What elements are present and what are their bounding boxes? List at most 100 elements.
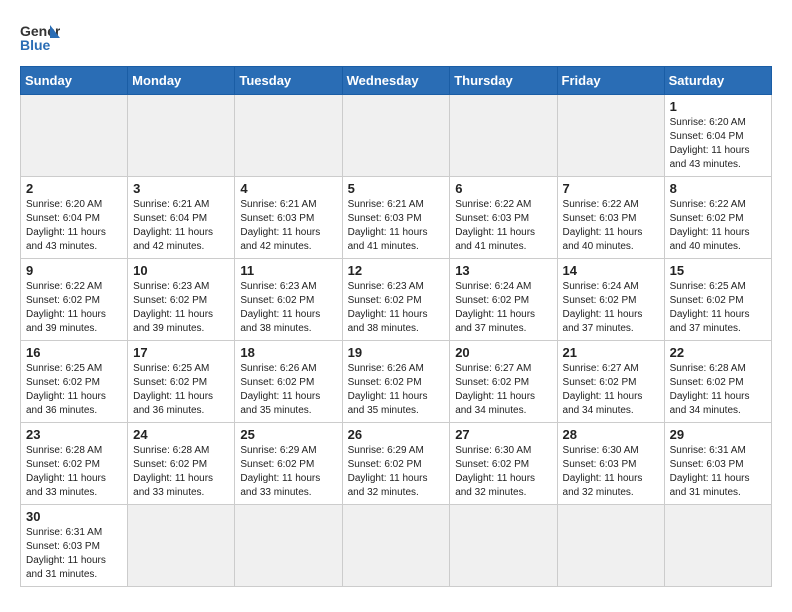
day-number: 6 [455,181,551,196]
day-cell: 19Sunrise: 6:26 AM Sunset: 6:02 PM Dayli… [342,341,450,423]
day-cell: 29Sunrise: 6:31 AM Sunset: 6:03 PM Dayli… [664,423,771,505]
day-number: 28 [563,427,659,442]
day-cell: 18 Sunrise: 6:26 AM Sunset: 6:02 PM Dayli… [235,341,342,423]
day-number: 24 [133,427,229,442]
day-cell [21,95,128,177]
column-header-friday: Friday [557,67,664,95]
day-number: 20 [455,345,551,360]
day-info: Sunrise: 6:22 AM Sunset: 6:03 PM Dayligh… [563,198,659,254]
day-info: Sunrise: 6:27 AM Sunset: 6:02 PM Dayligh… [563,362,659,418]
day-number: 9 [26,263,122,278]
day-number: 18 [240,345,336,360]
day-number: 23 [26,427,122,442]
day-cell: 25 Sunrise: 6:29 AM Sunset: 6:02 PM Dayli… [235,423,342,505]
day-number: 1 [670,99,766,114]
day-info: Sunrise: 6:31 AM Sunset: 6:03 PM Dayligh… [26,526,122,582]
day-cell: 12Sunrise: 6:23 AM Sunset: 6:02 PM Dayli… [342,259,450,341]
week-row-6: 30 Sunrise: 6:31 AM Sunset: 6:03 PM Dayli… [21,505,772,587]
day-cell: 14Sunrise: 6:24 AM Sunset: 6:02 PM Dayli… [557,259,664,341]
day-cell: 23 Sunrise: 6:28 AM Sunset: 6:02 PM Dayli… [21,423,128,505]
day-number: 25 [240,427,336,442]
day-cell: 9 Sunrise: 6:22 AM Sunset: 6:02 PM Daylig… [21,259,128,341]
day-cell [450,505,557,587]
day-info: Sunrise: 6:31 AM Sunset: 6:03 PM Dayligh… [670,444,766,500]
day-number: 15 [670,263,766,278]
day-number: 2 [26,181,122,196]
svg-text:Blue: Blue [20,37,51,53]
day-number: 21 [563,345,659,360]
day-info: Sunrise: 6:23 AM Sunset: 6:02 PM Dayligh… [348,280,445,336]
day-info: Sunrise: 6:29 AM Sunset: 6:02 PM Dayligh… [240,444,336,500]
day-number: 11 [240,263,336,278]
day-cell [664,505,771,587]
day-number: 4 [240,181,336,196]
day-info: Sunrise: 6:28 AM Sunset: 6:02 PM Dayligh… [670,362,766,418]
day-cell: 22 Sunrise: 6:28 AM Sunset: 6:02 PM Dayli… [664,341,771,423]
day-cell [450,95,557,177]
day-number: 7 [563,181,659,196]
day-info: Sunrise: 6:21 AM Sunset: 6:04 PM Dayligh… [133,198,229,254]
day-info: Sunrise: 6:30 AM Sunset: 6:02 PM Dayligh… [455,444,551,500]
day-info: Sunrise: 6:30 AM Sunset: 6:03 PM Dayligh… [563,444,659,500]
day-info: Sunrise: 6:20 AM Sunset: 6:04 PM Dayligh… [26,198,122,254]
calendar-table: SundayMondayTuesdayWednesdayThursdayFrid… [20,66,772,587]
day-info: Sunrise: 6:21 AM Sunset: 6:03 PM Dayligh… [240,198,336,254]
calendar-header-row: SundayMondayTuesdayWednesdayThursdayFrid… [21,67,772,95]
day-cell: 21 Sunrise: 6:27 AM Sunset: 6:02 PM Dayli… [557,341,664,423]
week-row-3: 9 Sunrise: 6:22 AM Sunset: 6:02 PM Daylig… [21,259,772,341]
day-cell: 2 Sunrise: 6:20 AM Sunset: 6:04 PM Daylig… [21,177,128,259]
week-row-5: 23 Sunrise: 6:28 AM Sunset: 6:02 PM Dayli… [21,423,772,505]
day-number: 3 [133,181,229,196]
day-info: Sunrise: 6:23 AM Sunset: 6:02 PM Dayligh… [133,280,229,336]
header: General Blue [20,20,772,56]
day-cell [235,505,342,587]
day-number: 17 [133,345,229,360]
week-row-2: 2 Sunrise: 6:20 AM Sunset: 6:04 PM Daylig… [21,177,772,259]
day-info: Sunrise: 6:24 AM Sunset: 6:02 PM Dayligh… [455,280,551,336]
day-cell [342,95,450,177]
day-number: 13 [455,263,551,278]
logo-icon: General Blue [20,20,60,56]
day-cell: 15 Sunrise: 6:25 AM Sunset: 6:02 PM Dayli… [664,259,771,341]
day-cell: 27 Sunrise: 6:30 AM Sunset: 6:02 PM Dayli… [450,423,557,505]
day-number: 27 [455,427,551,442]
column-header-wednesday: Wednesday [342,67,450,95]
day-number: 22 [670,345,766,360]
column-header-saturday: Saturday [664,67,771,95]
day-cell: 20 Sunrise: 6:27 AM Sunset: 6:02 PM Dayli… [450,341,557,423]
day-number: 10 [133,263,229,278]
day-cell: 5Sunrise: 6:21 AM Sunset: 6:03 PM Daylig… [342,177,450,259]
column-header-sunday: Sunday [21,67,128,95]
day-cell [235,95,342,177]
day-info: Sunrise: 6:22 AM Sunset: 6:02 PM Dayligh… [26,280,122,336]
day-info: Sunrise: 6:25 AM Sunset: 6:02 PM Dayligh… [26,362,122,418]
day-info: Sunrise: 6:25 AM Sunset: 6:02 PM Dayligh… [670,280,766,336]
day-number: 8 [670,181,766,196]
day-number: 16 [26,345,122,360]
day-cell [557,95,664,177]
day-cell: 13 Sunrise: 6:24 AM Sunset: 6:02 PM Dayli… [450,259,557,341]
day-info: Sunrise: 6:28 AM Sunset: 6:02 PM Dayligh… [133,444,229,500]
day-cell: 24 Sunrise: 6:28 AM Sunset: 6:02 PM Dayli… [128,423,235,505]
day-info: Sunrise: 6:26 AM Sunset: 6:02 PM Dayligh… [348,362,445,418]
day-cell: 3 Sunrise: 6:21 AM Sunset: 6:04 PM Daylig… [128,177,235,259]
day-info: Sunrise: 6:26 AM Sunset: 6:02 PM Dayligh… [240,362,336,418]
day-cell: 6 Sunrise: 6:22 AM Sunset: 6:03 PM Daylig… [450,177,557,259]
day-cell: 1 Sunrise: 6:20 AM Sunset: 6:04 PM Daylig… [664,95,771,177]
day-info: Sunrise: 6:20 AM Sunset: 6:04 PM Dayligh… [670,116,766,172]
day-info: Sunrise: 6:22 AM Sunset: 6:03 PM Dayligh… [455,198,551,254]
day-number: 5 [348,181,445,196]
day-cell: 4 Sunrise: 6:21 AM Sunset: 6:03 PM Daylig… [235,177,342,259]
day-number: 30 [26,509,122,524]
day-info: Sunrise: 6:29 AM Sunset: 6:02 PM Dayligh… [348,444,445,500]
column-header-tuesday: Tuesday [235,67,342,95]
day-info: Sunrise: 6:28 AM Sunset: 6:02 PM Dayligh… [26,444,122,500]
day-cell: 11 Sunrise: 6:23 AM Sunset: 6:02 PM Dayli… [235,259,342,341]
week-row-4: 16 Sunrise: 6:25 AM Sunset: 6:02 PM Dayli… [21,341,772,423]
day-info: Sunrise: 6:27 AM Sunset: 6:02 PM Dayligh… [455,362,551,418]
day-cell: 28 Sunrise: 6:30 AM Sunset: 6:03 PM Dayli… [557,423,664,505]
day-number: 14 [563,263,659,278]
day-cell: 8 Sunrise: 6:22 AM Sunset: 6:02 PM Daylig… [664,177,771,259]
day-info: Sunrise: 6:22 AM Sunset: 6:02 PM Dayligh… [670,198,766,254]
day-info: Sunrise: 6:23 AM Sunset: 6:02 PM Dayligh… [240,280,336,336]
